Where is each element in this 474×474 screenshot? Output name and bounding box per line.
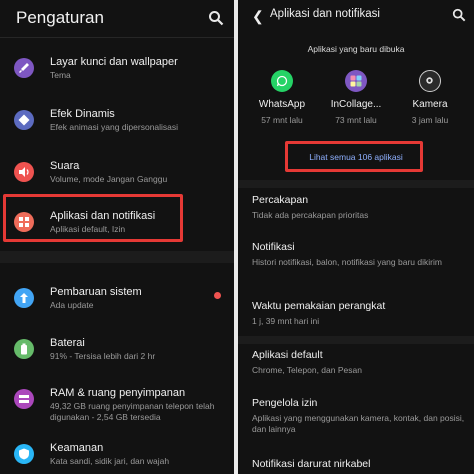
item-title: Pembaruan sistem [50,286,142,298]
item-subtitle: Chrome, Telepon, dan Pesan [252,365,362,375]
battery-icon [14,339,34,359]
item-subtitle: Efek animasi yang dipersonalisasi [50,122,179,132]
item-title: Efek Dinamis [50,108,115,120]
apps-notifications-panel: ❮ Aplikasi dan notifikasi Aplikasi yang … [238,0,474,474]
menu-item-permission-manager[interactable]: Pengelola izin Aplikasi yang menggunakan… [252,397,466,435]
highlight-box-see-all [285,141,423,172]
recent-apps-title: Aplikasi yang baru dibuka [307,44,405,54]
item-title: Baterai [50,337,85,349]
page-title: Aplikasi dan notifikasi [270,8,380,20]
header-divider [0,37,234,38]
item-title: Pengelola izin [252,397,318,409]
settings-panel: Pengaturan Layar kunci dan wallpaper Tem… [0,0,234,474]
app-time: 57 mnt lalu [261,115,303,125]
section-separator [238,336,474,344]
item-title: Notifikasi [252,241,295,253]
page-title: Pengaturan [16,8,104,27]
menu-item-default-apps[interactable]: Aplikasi default Chrome, Telepon, dan Pe… [252,349,466,376]
settings-item-dynamic-effects[interactable]: Efek Dinamis Efek animasi yang dipersona… [0,102,234,148]
recent-app-incollage[interactable]: InCollage... 73 mnt lalu [321,70,391,125]
menu-item-conversations[interactable]: Percakapan Tidak ada percakapan priorita… [252,194,466,221]
whatsapp-icon [271,70,293,92]
item-title: RAM & ruang penyimpanan [50,387,186,399]
item-subtitle: Ada update [50,300,94,310]
recent-app-kamera[interactable]: Kamera 3 jam lalu [395,70,465,125]
brush-icon [14,58,34,78]
diamond-icon [14,110,34,130]
recent-app-whatsapp[interactable]: WhatsApp 57 mnt lalu [247,70,317,125]
settings-item-system-update[interactable]: Pembaruan sistem Ada update [0,280,234,326]
item-title: Layar kunci dan wallpaper [50,56,178,68]
item-subtitle: Aplikasi yang menggunakan kamera, kontak… [252,413,465,434]
settings-item-storage[interactable]: RAM & ruang penyimpanan 49,32 GB ruang p… [0,381,234,435]
update-badge [214,292,221,299]
settings-item-security[interactable]: Keamanan Kata sandi, sidik jari, dan waj… [0,436,234,474]
settings-item-battery[interactable]: Baterai 91% - Tersisa lebih dari 2 hr [0,331,234,377]
shield-icon [14,444,34,464]
item-subtitle: Kata sandi, sidik jari, dan wajah [50,456,170,466]
settings-item-lockscreen[interactable]: Layar kunci dan wallpaper Tema [0,50,234,96]
item-title: Notifikasi darurat nirkabel [252,458,371,470]
item-subtitle: 91% - Tersisa lebih dari 2 hr [50,351,156,361]
item-subtitle: 1 j, 39 mnt hari ini [252,316,320,326]
item-subtitle: Histori notifikasi, balon, notifikasi ya… [252,257,442,267]
item-subtitle: Volume, mode Jangan Ganggu [50,174,168,184]
app-name: Kamera [412,99,448,110]
search-icon[interactable] [452,8,466,22]
menu-item-emergency-alerts[interactable]: Notifikasi darurat nirkabel [252,458,466,470]
back-arrow-icon[interactable]: ❮ [252,8,264,25]
item-subtitle: Tidak ada percakapan prioritas [252,210,369,220]
app-name: WhatsApp [258,99,306,110]
section-separator [0,251,234,263]
app-name: InCollage... [330,99,382,110]
menu-item-screen-time[interactable]: Waktu pemakaian perangkat 1 j, 39 mnt ha… [252,300,466,327]
screenshot-wrapper: Pengaturan Layar kunci dan wallpaper Tem… [0,0,474,474]
item-subtitle: Tema [50,70,71,80]
item-subtitle: 49,32 GB ruang penyimpanan telepon telah… [50,401,215,422]
settings-header: Pengaturan [0,0,234,36]
incollage-icon [345,70,367,92]
item-title: Percakapan [252,194,309,206]
section-separator [238,180,474,188]
storage-icon [14,389,34,409]
item-title: Waktu pemakaian perangkat [252,300,386,312]
item-title: Suara [50,160,80,172]
highlight-box-apps [3,194,183,242]
speaker-icon [14,162,34,182]
app-time: 3 jam lalu [411,115,449,125]
update-icon [14,288,34,308]
item-title: Keamanan [50,442,104,454]
item-title: Aplikasi default [252,349,323,361]
camera-icon [419,70,441,92]
search-icon[interactable] [208,10,224,26]
menu-item-notifications[interactable]: Notifikasi Histori notifikasi, balon, no… [252,241,466,268]
app-time: 73 mnt lalu [335,115,377,125]
